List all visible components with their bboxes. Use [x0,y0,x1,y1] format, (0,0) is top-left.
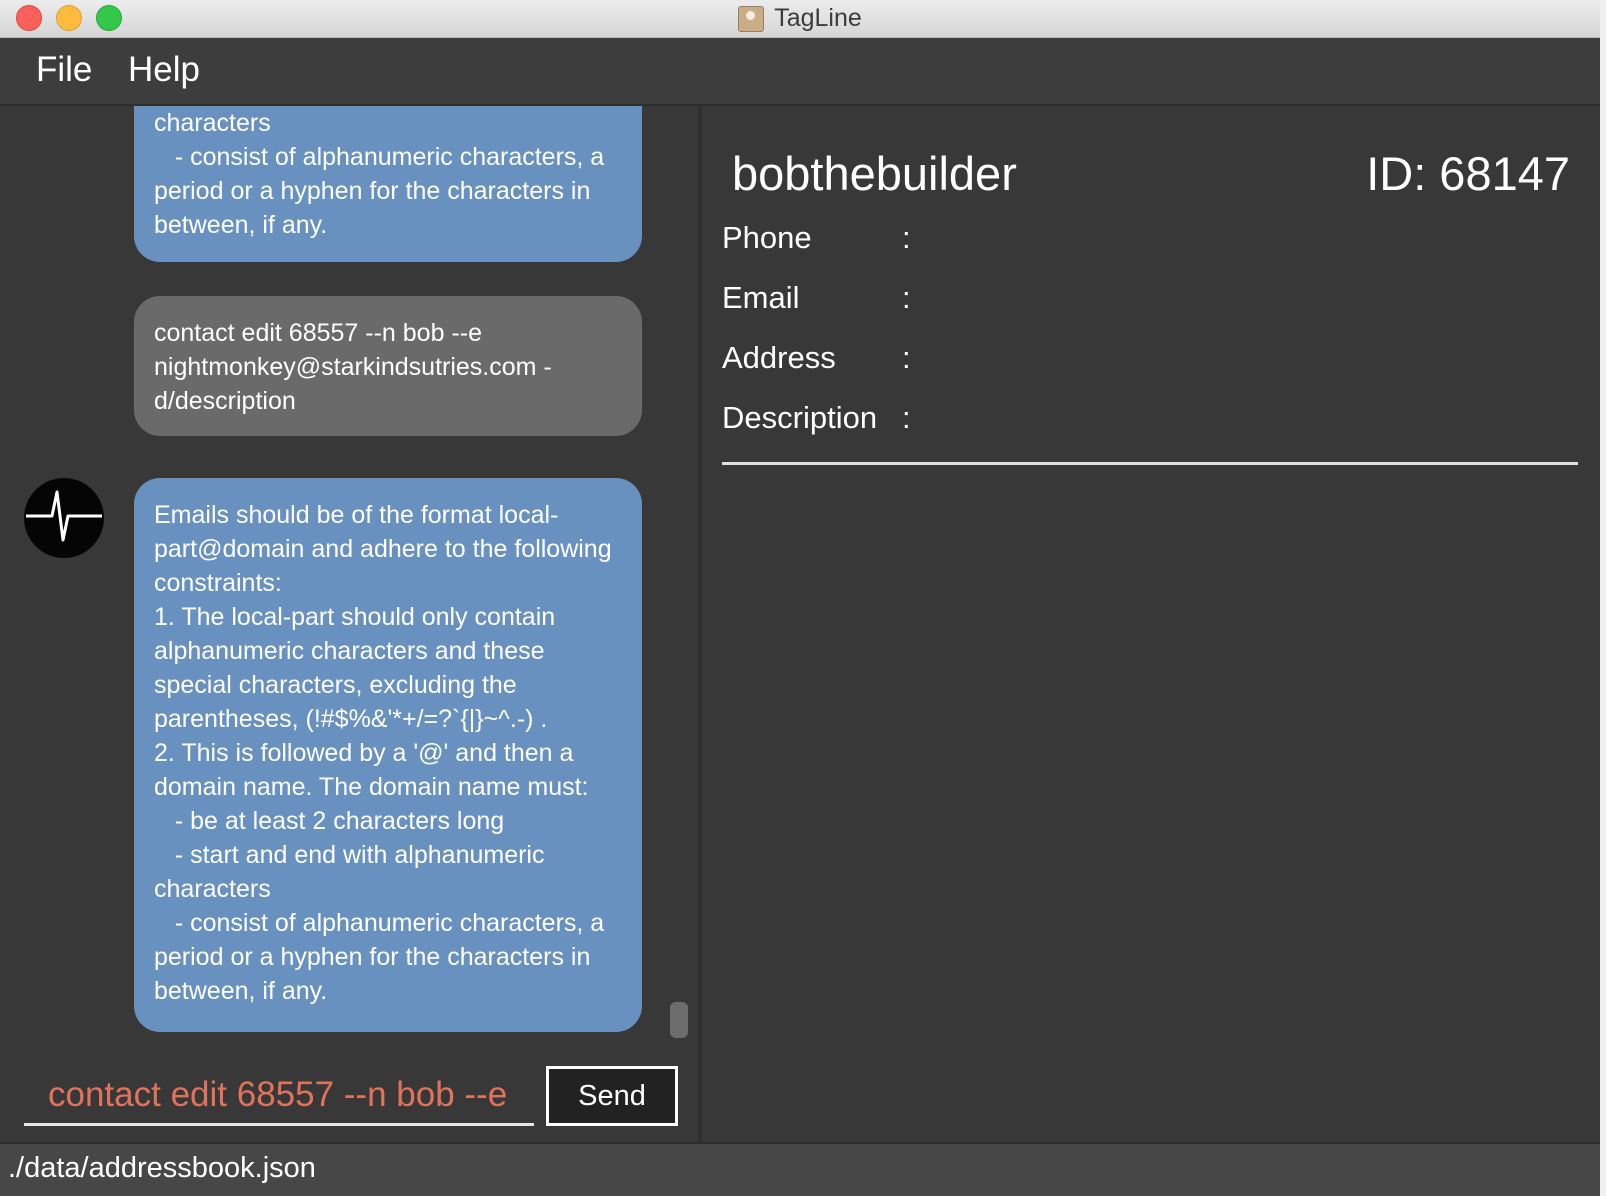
command-bar: Send [0,1046,698,1142]
bot-message-bubble: characters - consist of alphanumeric cha… [134,106,642,262]
field-colon: : [902,340,911,375]
pulse-icon [24,478,104,558]
contact-name: bobthebuilder [732,147,1017,200]
menu-file[interactable]: File [36,50,92,90]
message-list[interactable]: characters - consist of alphanumeric cha… [0,106,698,1142]
app-window: TagLine File Help characters - consist o… [0,0,1600,1196]
title-bar: TagLine [0,0,1600,38]
window-title: TagLine [774,4,862,32]
detail-separator [722,462,1578,465]
address-book-icon [738,5,765,32]
window-title-group: TagLine [0,0,1600,37]
menu-help[interactable]: Help [128,50,200,90]
command-input[interactable] [24,1066,534,1126]
chat-scrollbar[interactable] [670,1002,688,1038]
field-label: Email [722,280,800,315]
contact-detail-panel: bobthebuilder ID: 68147 Phone : Email : … [702,106,1600,1142]
user-message-bubble: contact edit 68557 --n bob --e nightmonk… [134,296,642,436]
field-colon: : [902,400,911,435]
bot-message-bubble: Emails should be of the format local-par… [134,478,642,1032]
field-colon: : [902,280,911,315]
status-bar: ./data/addressbook.json [0,1142,1600,1196]
field-colon: : [902,220,911,255]
menu-bar: File Help [0,38,1600,106]
chat-panel: characters - consist of alphanumeric cha… [0,106,698,1142]
send-button[interactable]: Send [546,1066,678,1126]
field-label: Description [722,400,878,435]
field-label: Phone [722,220,812,255]
contact-id: ID: 68147 [1366,147,1570,200]
data-file-path: ./data/addressbook.json [8,1152,316,1184]
field-label: Address [722,340,836,375]
